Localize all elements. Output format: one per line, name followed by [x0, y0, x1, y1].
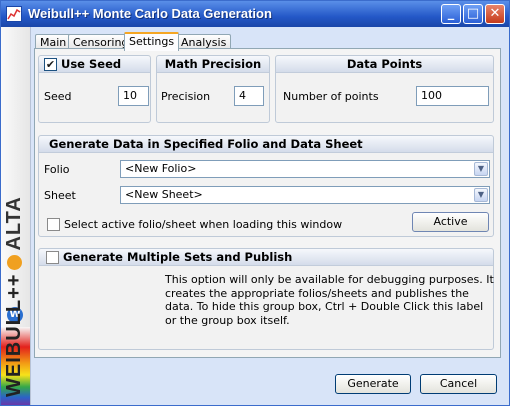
chevron-down-icon[interactable]: ▼	[474, 162, 488, 176]
multiple-sets-header[interactable]: Generate Multiple Sets and Publish	[39, 249, 493, 266]
minimize-icon: _	[447, 6, 455, 21]
a-logo-icon	[7, 254, 23, 270]
folio-select[interactable]: <New Folio> ▼	[120, 160, 490, 178]
active-button[interactable]: Active	[412, 212, 489, 232]
check-icon: ✔	[45, 58, 56, 71]
multiple-sets-group: Generate Multiple Sets and Publish This …	[38, 248, 494, 350]
sheet-label: Sheet	[44, 189, 76, 202]
chevron-down-icon[interactable]: ▼	[474, 188, 488, 202]
sheet-select[interactable]: <New Sheet> ▼	[120, 186, 490, 204]
active-folio-label: Select active folio/sheet when loading t…	[64, 218, 343, 231]
brand-text: WEIBULL++ ALTA	[3, 196, 26, 397]
title-bar[interactable]: Weibull++ Monte Carlo Data Generation _ …	[1, 1, 509, 27]
close-icon: ✕	[489, 6, 501, 21]
folio-sheet-group: Generate Data in Specified Folio and Dat…	[38, 135, 494, 237]
data-points-group: Data Points Number of points 100	[275, 55, 494, 123]
brand-weibull: WEIBULL++	[3, 273, 25, 397]
math-precision-title: Math Precision	[164, 57, 262, 71]
math-precision-group: Math Precision Precision 4	[156, 55, 270, 123]
use-seed-group: Use Seed ✔ Seed 10	[38, 55, 151, 123]
folio-value: <New Folio>	[125, 162, 197, 175]
generate-button[interactable]: Generate	[335, 374, 411, 394]
brand-sidebar: W WEIBULL++ALTA	[1, 27, 31, 405]
window-title: Weibull++ Monte Carlo Data Generation	[28, 6, 272, 21]
folio-label: Folio	[44, 163, 70, 176]
data-points-title: Data Points	[346, 57, 423, 71]
close-button[interactable]: ✕	[485, 4, 505, 24]
tab-settings[interactable]: Settings	[124, 32, 180, 51]
points-label: Number of points	[283, 90, 379, 103]
folio-sheet-header: Generate Data in Specified Folio and Dat…	[39, 136, 493, 153]
precision-input[interactable]: 4	[234, 86, 264, 106]
monte-carlo-window: Weibull++ Monte Carlo Data Generation _ …	[0, 0, 510, 406]
multiple-sets-note: This option will only be available for d…	[165, 273, 494, 327]
math-precision-header: Math Precision	[157, 56, 269, 73]
folio-sheet-title: Generate Data in Specified Folio and Dat…	[49, 137, 363, 151]
sheet-value: <New Sheet>	[125, 188, 203, 201]
multiple-sets-checkbox[interactable]	[46, 251, 59, 264]
settings-panel: Use Seed ✔ Seed 10 Math Precision Precis…	[34, 48, 501, 358]
use-seed-title: Use Seed	[61, 57, 122, 71]
cancel-button[interactable]: Cancel	[420, 374, 497, 394]
use-seed-checkbox[interactable]: ✔	[44, 58, 57, 71]
points-input[interactable]: 100	[416, 86, 489, 106]
seed-input[interactable]: 10	[118, 86, 149, 106]
app-icon	[6, 6, 22, 22]
minimize-button[interactable]: _	[441, 4, 461, 24]
multiple-sets-title: Generate Multiple Sets and Publish	[63, 250, 293, 264]
data-points-header: Data Points	[276, 56, 493, 73]
maximize-button[interactable]: □	[463, 4, 483, 24]
precision-label: Precision	[161, 90, 211, 103]
active-folio-checkbox[interactable]	[47, 218, 60, 231]
seed-label: Seed	[44, 90, 72, 103]
brand-alta: ALTA	[3, 196, 25, 251]
maximize-icon: □	[466, 6, 480, 21]
